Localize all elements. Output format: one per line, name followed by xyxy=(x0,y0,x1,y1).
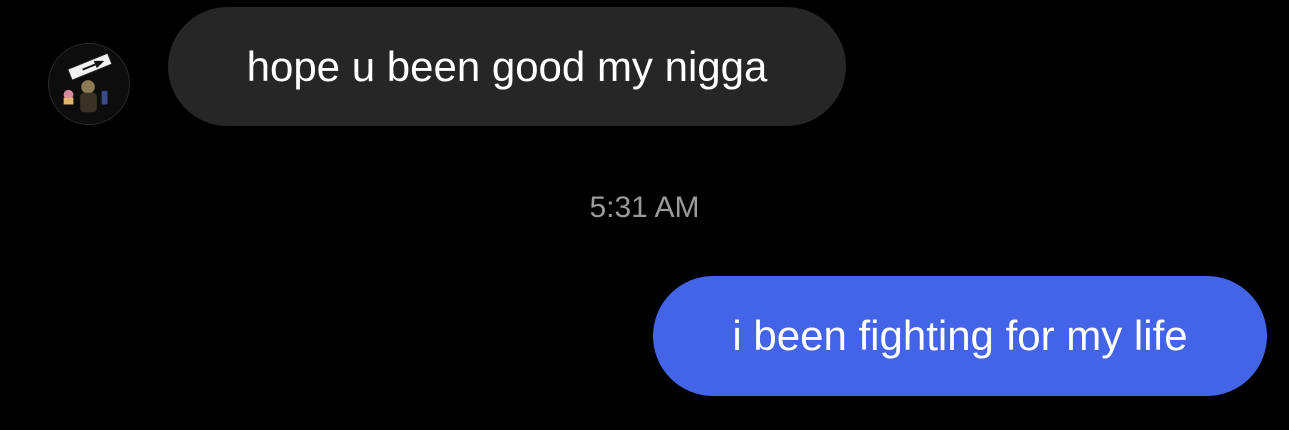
avatar-image-icon xyxy=(49,44,129,124)
incoming-message-text: hope u been good my nigga xyxy=(246,42,768,90)
outgoing-message-bubble[interactable]: i been fighting for my life xyxy=(653,276,1267,396)
sender-avatar[interactable] xyxy=(48,43,130,125)
message-timestamp: 5:31 AM xyxy=(589,191,700,224)
incoming-message-bubble[interactable]: hope u been good my nigga xyxy=(168,7,846,126)
chat-thread: hope u been good my nigga 5:31 AM i been… xyxy=(0,0,1289,430)
outgoing-message-text: i been fighting for my life xyxy=(732,312,1188,359)
